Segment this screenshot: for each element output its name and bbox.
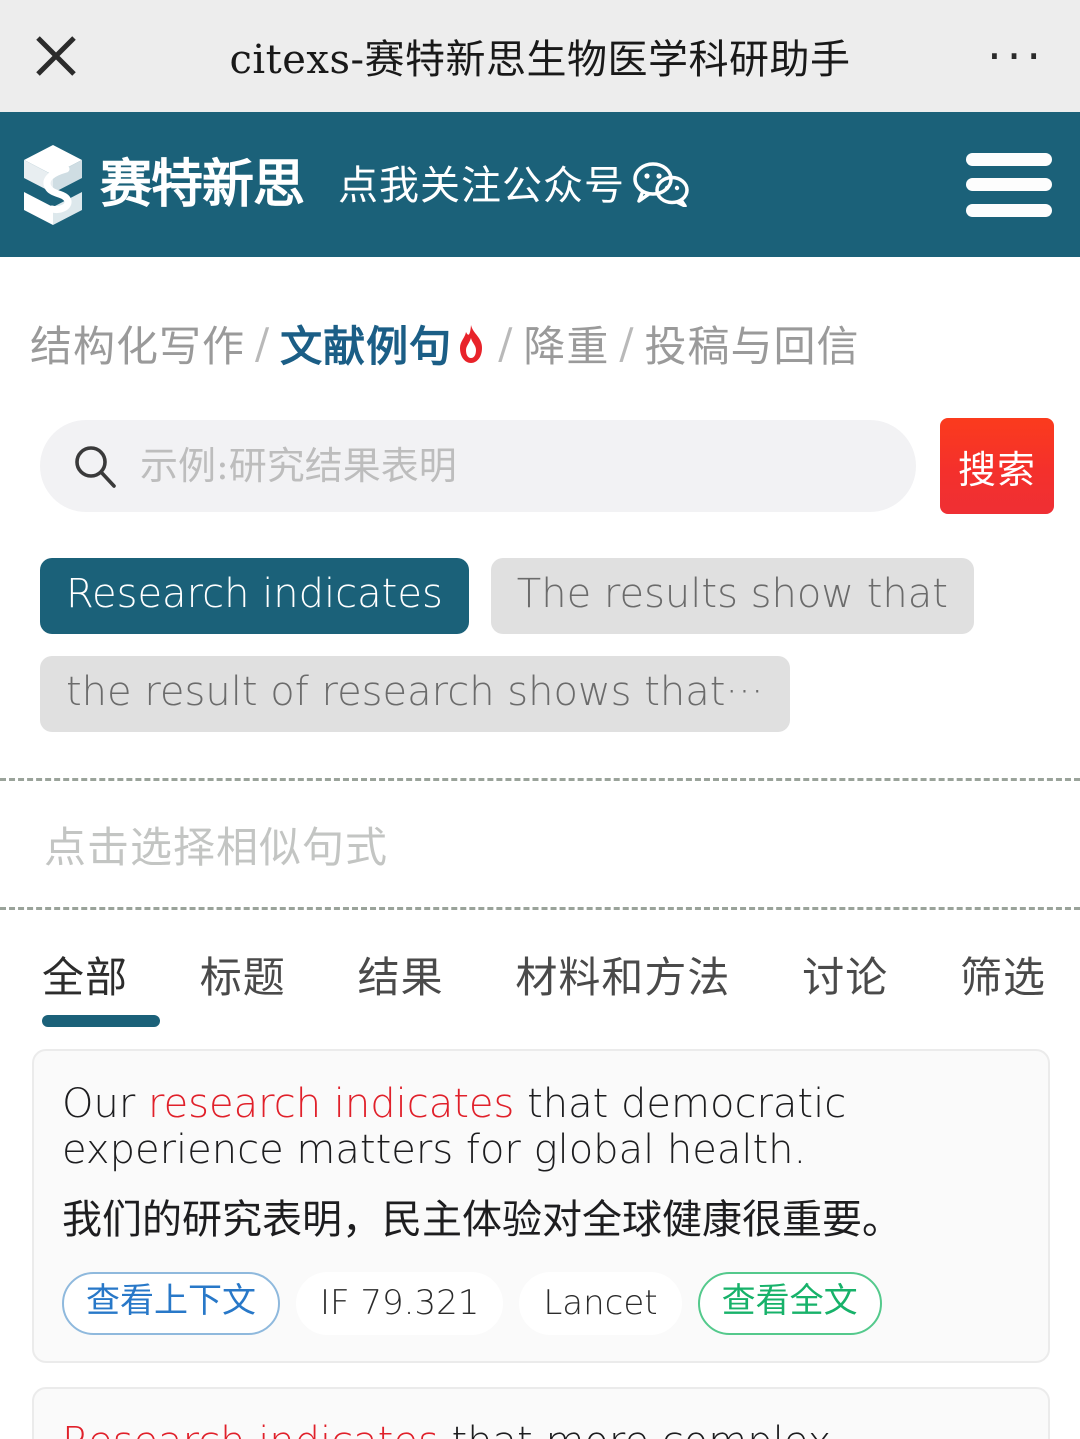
- result-card: Research indicates that more complex pro…: [32, 1387, 1050, 1439]
- view-context-button[interactable]: 查看上下文: [62, 1271, 280, 1336]
- page-title: citexs-赛特新思生物医学科研助手: [229, 37, 851, 83]
- wechat-titlebar: citexs-赛特新思生物医学科研助手 ···: [0, 0, 1080, 112]
- breadcrumb-item-reduce-duplication[interactable]: 降重: [523, 313, 609, 374]
- tab-title[interactable]: 标题: [200, 944, 286, 1027]
- suggestion-chip-the-results-show-that[interactable]: The results show that: [490, 558, 974, 634]
- similar-sentence-hint-area[interactable]: 点击选择相似句式: [0, 781, 1080, 907]
- hamburger-menu-icon[interactable]: [966, 152, 1052, 217]
- breadcrumb-item-structured-writing[interactable]: 结构化写作: [30, 313, 245, 374]
- tab-results[interactable]: 结果: [358, 944, 444, 1027]
- view-fulltext-button[interactable]: 查看全文: [697, 1271, 882, 1336]
- cube-logo-icon: [24, 144, 82, 225]
- brand-name: 赛特新思: [100, 154, 305, 215]
- result-card: Our research indicates that democratic e…: [32, 1049, 1050, 1364]
- result-sentence-cn: 我们的研究表明，民主体验对全球健康很重要。: [62, 1196, 902, 1243]
- search-field-wrapper[interactable]: [40, 420, 916, 512]
- search-button[interactable]: 搜索: [940, 418, 1054, 514]
- more-options-icon[interactable]: ···: [987, 33, 1046, 79]
- tab-materials-and-methods[interactable]: 材料和方法: [515, 944, 730, 1027]
- tab-all[interactable]: 全部: [42, 944, 161, 1027]
- brand-header: 赛特新思 点我关注公众号: [0, 112, 1080, 257]
- search-icon: [75, 446, 116, 488]
- breadcrumb: 结构化写作 / 文献例句 / 降重 / 投稿与回信: [0, 257, 1080, 374]
- sentence-highlight: Research indicates: [62, 1419, 439, 1439]
- tab-filter[interactable]: 筛选: [960, 944, 1046, 1027]
- filter-tabs: 全部 标题 结果 材料和方法 讨论 筛选: [0, 910, 1080, 1027]
- search-input[interactable]: [140, 444, 884, 488]
- wechat-icon: [631, 161, 689, 217]
- follow-official-account-link[interactable]: 点我关注公众号: [338, 153, 689, 217]
- breadcrumb-item-submission-reply[interactable]: 投稿与回信: [645, 313, 860, 374]
- result-actions: 查看上下文 IF 79.321 Lancet 查看全文: [62, 1271, 1020, 1336]
- breadcrumb-separator: /: [619, 319, 635, 368]
- sentence-prefix: Our: [62, 1081, 148, 1127]
- hamburger-line: [966, 152, 1052, 166]
- journal-badge: Lancet: [519, 1271, 682, 1336]
- suggestion-chip-list: Research indicates The results show that…: [0, 514, 1010, 732]
- result-sentence-en: Research indicates that more complex pro…: [62, 1419, 1020, 1439]
- follow-label: 点我关注公众号: [338, 162, 626, 209]
- breadcrumb-separator: /: [498, 319, 514, 368]
- close-icon[interactable]: [30, 30, 82, 82]
- suggestion-chip-research-indicates[interactable]: Research indicates: [40, 558, 469, 634]
- similar-sentence-hint-text: 点击选择相似句式: [44, 822, 389, 872]
- result-list: Our research indicates that democratic e…: [0, 1027, 1080, 1439]
- result-sentence-en: Our research indicates that democratic e…: [62, 1081, 1020, 1174]
- suggestion-chip-the-result-of-research-shows-that[interactable]: the result of research shows that···: [40, 656, 790, 732]
- hamburger-line: [966, 203, 1052, 217]
- breadcrumb-item-literature-sentences[interactable]: 文献例句: [280, 313, 452, 374]
- search-bar: 搜索: [0, 374, 1080, 514]
- sentence-highlight: research indicates: [148, 1081, 515, 1127]
- hamburger-line: [966, 178, 1052, 191]
- flame-hot-icon: [460, 324, 483, 363]
- breadcrumb-separator: /: [255, 319, 271, 368]
- impact-factor-badge: IF 79.321: [296, 1271, 504, 1336]
- tab-discussion[interactable]: 讨论: [802, 944, 888, 1027]
- brand-logo-group[interactable]: 赛特新思: [22, 143, 305, 227]
